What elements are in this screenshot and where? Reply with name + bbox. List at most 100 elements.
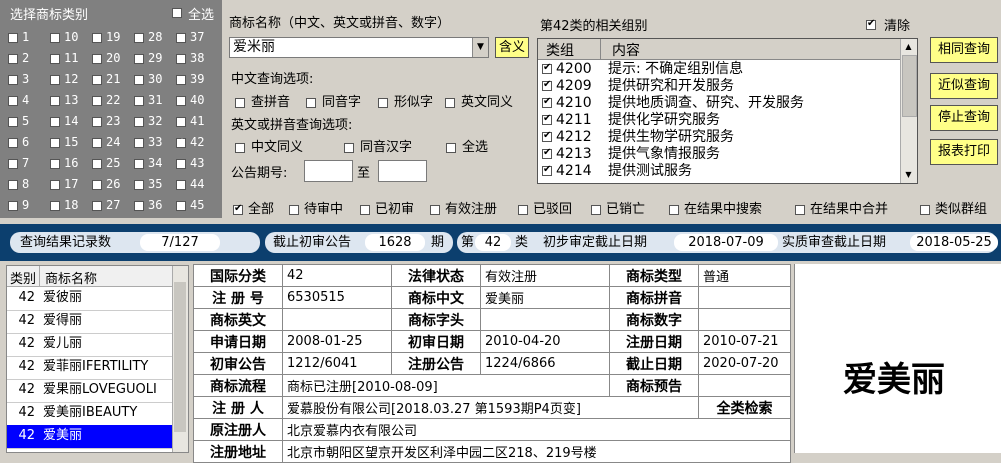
category-1[interactable]: 1 — [8, 27, 50, 47]
checkbox[interactable] — [542, 79, 552, 91]
result-row[interactable]: 42 爱果丽LOVEGUOLI — [7, 379, 174, 403]
result-row[interactable]: 42 爱彼丽 — [7, 287, 174, 311]
checkbox[interactable] — [344, 142, 354, 153]
group-row-4211[interactable]: 4211 提供化学研究服务 — [542, 112, 720, 129]
result-row[interactable]: 42 爱美丽 — [7, 425, 174, 449]
checkbox[interactable] — [445, 97, 455, 108]
checkbox[interactable] — [50, 137, 60, 148]
issue-from-input[interactable] — [304, 160, 353, 182]
checkbox[interactable] — [50, 74, 60, 85]
category-40[interactable]: 40 — [176, 90, 218, 110]
meaning-button[interactable]: 含义 — [495, 37, 529, 58]
checkbox[interactable] — [50, 116, 60, 127]
group-row-4209[interactable]: 4209 提供研究和开发服务 — [542, 78, 734, 95]
checkbox[interactable] — [235, 142, 245, 153]
category-17[interactable]: 17 — [50, 174, 92, 194]
checkbox[interactable] — [50, 53, 60, 64]
issue-to-input[interactable] — [378, 160, 427, 182]
category-33[interactable]: 33 — [134, 132, 176, 152]
filter-8[interactable]: 类似群组 — [920, 198, 987, 217]
checkbox[interactable] — [446, 142, 456, 153]
category-31[interactable]: 31 — [134, 90, 176, 110]
category-20[interactable]: 20 — [92, 48, 134, 68]
checkbox[interactable] — [92, 74, 102, 85]
category-26[interactable]: 26 — [92, 174, 134, 194]
checkbox[interactable] — [92, 179, 102, 190]
category-3[interactable]: 3 — [8, 69, 50, 89]
checkbox[interactable] — [306, 97, 316, 108]
chinese-option-3[interactable]: 英文同义 — [445, 91, 513, 110]
name-input[interactable]: 爱米丽 ▼ — [229, 37, 489, 58]
checkbox[interactable] — [92, 158, 102, 169]
same-query-button[interactable]: 相同查询 — [930, 37, 998, 63]
checkbox[interactable] — [50, 158, 60, 169]
category-29[interactable]: 29 — [134, 48, 176, 68]
category-38[interactable]: 38 — [176, 48, 218, 68]
category-22[interactable]: 22 — [92, 90, 134, 110]
category-15[interactable]: 15 — [50, 132, 92, 152]
checkbox[interactable] — [92, 32, 102, 43]
checkbox[interactable] — [542, 96, 552, 108]
dropdown-arrow-icon[interactable]: ▼ — [472, 38, 488, 57]
checkbox[interactable] — [50, 95, 60, 106]
result-row[interactable]: 42 爱得丽 — [7, 310, 174, 334]
checkbox[interactable] — [92, 95, 102, 106]
chinese-option-1[interactable]: 同音字 — [306, 91, 361, 110]
checkbox[interactable] — [92, 200, 102, 211]
checkbox[interactable] — [8, 116, 18, 127]
checkbox[interactable] — [50, 179, 60, 190]
filter-4[interactable]: 已驳回 — [518, 198, 572, 217]
checkbox[interactable] — [134, 200, 144, 211]
filter-6[interactable]: 在结果中搜索 — [669, 198, 762, 217]
category-37[interactable]: 37 — [176, 27, 218, 47]
checkbox[interactable] — [8, 74, 18, 85]
checkbox[interactable] — [8, 137, 18, 148]
checkbox[interactable] — [134, 158, 144, 169]
category-21[interactable]: 21 — [92, 69, 134, 89]
checkbox[interactable] — [289, 204, 299, 215]
checkbox[interactable] — [8, 53, 18, 64]
checkbox[interactable] — [176, 95, 186, 106]
checkbox[interactable] — [134, 32, 144, 43]
category-25[interactable]: 25 — [92, 153, 134, 173]
category-30[interactable]: 30 — [134, 69, 176, 89]
category-28[interactable]: 28 — [134, 27, 176, 47]
result-scrollbar[interactable] — [172, 266, 188, 452]
checkbox[interactable] — [92, 137, 102, 148]
scroll-thumb[interactable] — [902, 55, 917, 117]
checkbox[interactable] — [542, 113, 552, 125]
all-class-search-button[interactable]: 全类检索 — [698, 396, 791, 419]
checkbox[interactable] — [176, 179, 186, 190]
checkbox[interactable] — [92, 116, 102, 127]
stop-query-button[interactable]: 停止查询 — [930, 105, 998, 131]
category-32[interactable]: 32 — [134, 111, 176, 131]
english-option-2[interactable]: 全选 — [446, 136, 488, 155]
category-13[interactable]: 13 — [50, 90, 92, 110]
result-list[interactable]: 类别 商标名称 42 爱彼丽 42 爱得丽 42 爱儿丽 42 爱菲丽IFERTILITY 42… — [6, 265, 189, 453]
checkbox[interactable] — [542, 62, 552, 74]
checkbox[interactable] — [430, 204, 440, 215]
checkbox[interactable] — [8, 179, 18, 190]
checkbox[interactable] — [542, 130, 552, 142]
checkbox[interactable] — [134, 137, 144, 148]
category-8[interactable]: 8 — [8, 174, 50, 194]
category-39[interactable]: 39 — [176, 69, 218, 89]
group-scrollbar[interactable]: ▲ ▼ — [900, 39, 917, 183]
group-row-4213[interactable]: 4213 提供气象情报服务 — [542, 146, 720, 163]
group-row-4200[interactable]: 4200 提示: 不确定组别信息 — [542, 61, 743, 78]
category-44[interactable]: 44 — [176, 174, 218, 194]
category-5[interactable]: 5 — [8, 111, 50, 131]
checkbox[interactable] — [176, 200, 186, 211]
result-scroll-thumb[interactable] — [174, 282, 186, 432]
filter-2[interactable]: 已初审 — [360, 198, 414, 217]
checkbox[interactable] — [134, 74, 144, 85]
category-4[interactable]: 4 — [8, 90, 50, 110]
category-35[interactable]: 35 — [134, 174, 176, 194]
checkbox[interactable] — [134, 95, 144, 106]
checkbox[interactable] — [669, 204, 679, 215]
select-all-checkbox[interactable] — [172, 5, 182, 19]
category-11[interactable]: 11 — [50, 48, 92, 68]
print-report-button[interactable]: 报表打印 — [930, 139, 998, 165]
checkbox[interactable] — [795, 204, 805, 215]
filter-0[interactable]: 全部 — [233, 198, 274, 217]
